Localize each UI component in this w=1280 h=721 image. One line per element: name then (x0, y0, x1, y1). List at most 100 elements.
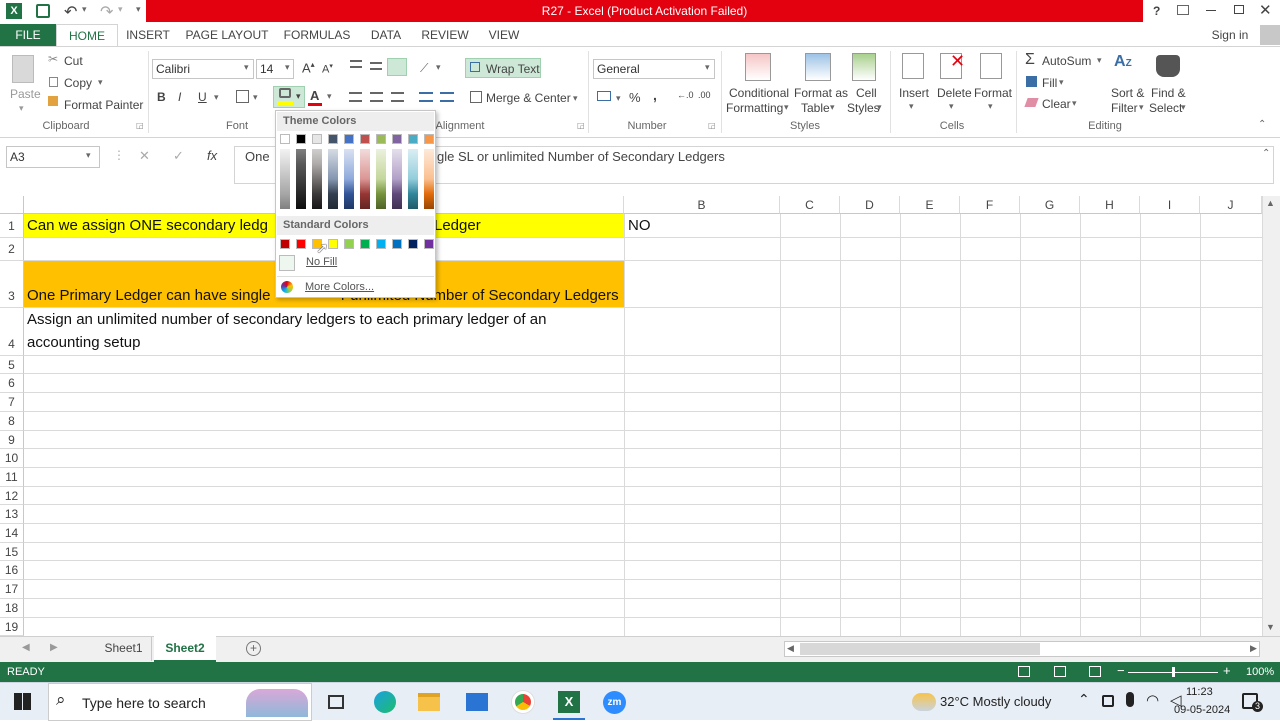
theme-tint-column[interactable] (344, 149, 354, 209)
format-cells-dropdown-icon[interactable]: ▾ (988, 101, 993, 112)
row-header[interactable]: 6 (0, 374, 24, 393)
redo-icon[interactable]: ↷ (100, 2, 113, 22)
theme-tint-column[interactable] (360, 149, 370, 209)
theme-tint-column[interactable] (408, 149, 418, 209)
tab-formulas[interactable]: FORMULAS (282, 24, 352, 46)
grow-font-icon[interactable]: A▴ (302, 60, 315, 75)
conditional-formatting-button[interactable]: Conditional (729, 86, 789, 100)
row-header[interactable]: 14 (0, 524, 24, 543)
undo-icon[interactable]: ↶ (64, 2, 77, 22)
hscroll-thumb[interactable] (800, 643, 1040, 655)
fill-color-dropdown-icon[interactable]: ▾ (296, 91, 301, 102)
insert-cells-button[interactable]: Insert (899, 86, 929, 100)
cell-b1[interactable]: NO (625, 217, 651, 234)
scroll-down-icon[interactable]: ▼ (1266, 622, 1275, 632)
clear-button[interactable]: Clear (1042, 97, 1071, 111)
sheet-tab-sheet2[interactable]: Sheet2 (154, 636, 216, 662)
theme-color-swatch[interactable] (280, 134, 290, 144)
meet-now-icon[interactable] (1102, 695, 1114, 707)
chrome-icon[interactable] (512, 691, 534, 713)
sign-in-link[interactable]: Sign in (1208, 24, 1252, 46)
underline-dropdown-icon[interactable]: ▾ (214, 92, 219, 103)
accounting-dropdown-icon[interactable]: ▾ (616, 93, 621, 104)
theme-tint-column[interactable] (280, 149, 290, 209)
align-bottom-icon[interactable] (387, 58, 407, 76)
column-header-e[interactable]: E (900, 196, 960, 214)
sheet-tab-sheet1[interactable]: Sheet1 (96, 637, 152, 661)
standard-color-swatch[interactable] (296, 239, 306, 249)
format-cells-button[interactable]: Format (974, 86, 1012, 100)
row-header[interactable]: 4 (0, 308, 24, 356)
theme-color-swatch[interactable] (408, 134, 418, 144)
sheet-next-icon[interactable]: ▶ (50, 642, 58, 653)
wifi-icon[interactable]: ◠ (1146, 691, 1159, 709)
theme-color-swatch[interactable] (424, 134, 434, 144)
decrease-indent-icon[interactable] (419, 92, 433, 102)
theme-color-swatch[interactable] (312, 134, 322, 144)
insert-dropdown-icon[interactable]: ▾ (909, 101, 914, 112)
standard-color-swatch[interactable] (392, 239, 402, 249)
close-button[interactable]: ✕ (1259, 1, 1272, 19)
row-header[interactable]: 15 (0, 543, 24, 561)
italic-button[interactable]: I (178, 90, 181, 104)
delete-dropdown-icon[interactable]: ▾ (949, 101, 954, 112)
row-header[interactable]: 18 (0, 599, 24, 618)
new-sheet-icon[interactable]: + (246, 641, 261, 656)
format-painter-button[interactable]: Format Painter (64, 98, 143, 112)
row-header[interactable]: 11 (0, 468, 24, 487)
account-avatar-icon[interactable] (1260, 25, 1280, 45)
theme-tint-column[interactable] (392, 149, 402, 209)
standard-color-swatch[interactable] (376, 239, 386, 249)
task-view-icon[interactable] (328, 695, 344, 709)
tab-page-layout[interactable]: PAGE LAYOUT (184, 24, 270, 46)
clear-dropdown-icon[interactable]: ▾ (1072, 98, 1077, 109)
paste-button[interactable]: Paste (10, 87, 41, 101)
no-fill-option[interactable]: No Fill (306, 256, 337, 268)
copy-button[interactable]: Copy (64, 76, 92, 90)
column-header-j[interactable]: J (1200, 196, 1262, 214)
comma-button[interactable]: , (653, 87, 657, 103)
clock-time[interactable]: 11:23 (1186, 686, 1213, 698)
zoom-in-icon[interactable]: + (1223, 663, 1231, 678)
row-header[interactable]: 17 (0, 580, 24, 599)
tab-review[interactable]: REVIEW (420, 24, 470, 46)
mail-icon[interactable] (466, 693, 488, 711)
orientation-dropdown-icon[interactable]: ▾ (436, 62, 441, 73)
shrink-font-icon[interactable]: A▾ (322, 62, 333, 76)
theme-tint-column[interactable] (328, 149, 338, 209)
column-header-d[interactable]: D (840, 196, 900, 214)
theme-color-swatch[interactable] (376, 134, 386, 144)
normal-view-icon[interactable] (1018, 666, 1030, 677)
number-format-box[interactable]: General (593, 59, 715, 79)
file-explorer-icon[interactable] (418, 693, 440, 711)
column-header-b[interactable]: B (624, 196, 780, 214)
clock-date[interactable]: 09-05-2024 (1174, 704, 1230, 716)
row-header[interactable]: 5 (0, 356, 24, 374)
column-header-c[interactable]: C (780, 196, 840, 214)
minimize-button[interactable] (1206, 10, 1216, 11)
sort-filter-button[interactable]: Sort & (1111, 86, 1144, 100)
autosum-dropdown-icon[interactable]: ▾ (1097, 55, 1102, 66)
more-colors-option[interactable]: More Colors... (305, 281, 374, 293)
delete-cells-button[interactable]: Delete (937, 86, 972, 100)
row-header[interactable]: 7 (0, 393, 24, 412)
tab-home[interactable]: HOME (56, 24, 118, 46)
show-hidden-icons[interactable]: ⌃ (1078, 691, 1090, 708)
save-icon[interactable] (36, 4, 50, 18)
merge-center-button[interactable]: Merge & Center (486, 91, 571, 105)
standard-color-swatch[interactable] (360, 239, 370, 249)
paste-dropdown-icon[interactable]: ▾ (19, 103, 24, 114)
autosum-button[interactable]: AutoSum (1042, 54, 1091, 68)
cell-a3-left[interactable]: One Primary Ledger can have single (24, 287, 270, 304)
help-button[interactable]: ? (1153, 4, 1160, 18)
cut-button[interactable]: Cut (64, 54, 83, 68)
row-header[interactable]: 8 (0, 412, 24, 431)
row-header[interactable]: 1 (0, 214, 24, 238)
underline-button[interactable]: U (198, 90, 207, 104)
align-top-icon[interactable] (350, 60, 362, 68)
borders-dropdown-icon[interactable]: ▾ (253, 92, 258, 103)
find-select-button[interactable]: Find & (1151, 86, 1186, 100)
scroll-up-icon[interactable]: ▲ (1266, 198, 1275, 208)
fill-dropdown-icon[interactable]: ▾ (1059, 77, 1064, 88)
theme-color-swatch[interactable] (360, 134, 370, 144)
